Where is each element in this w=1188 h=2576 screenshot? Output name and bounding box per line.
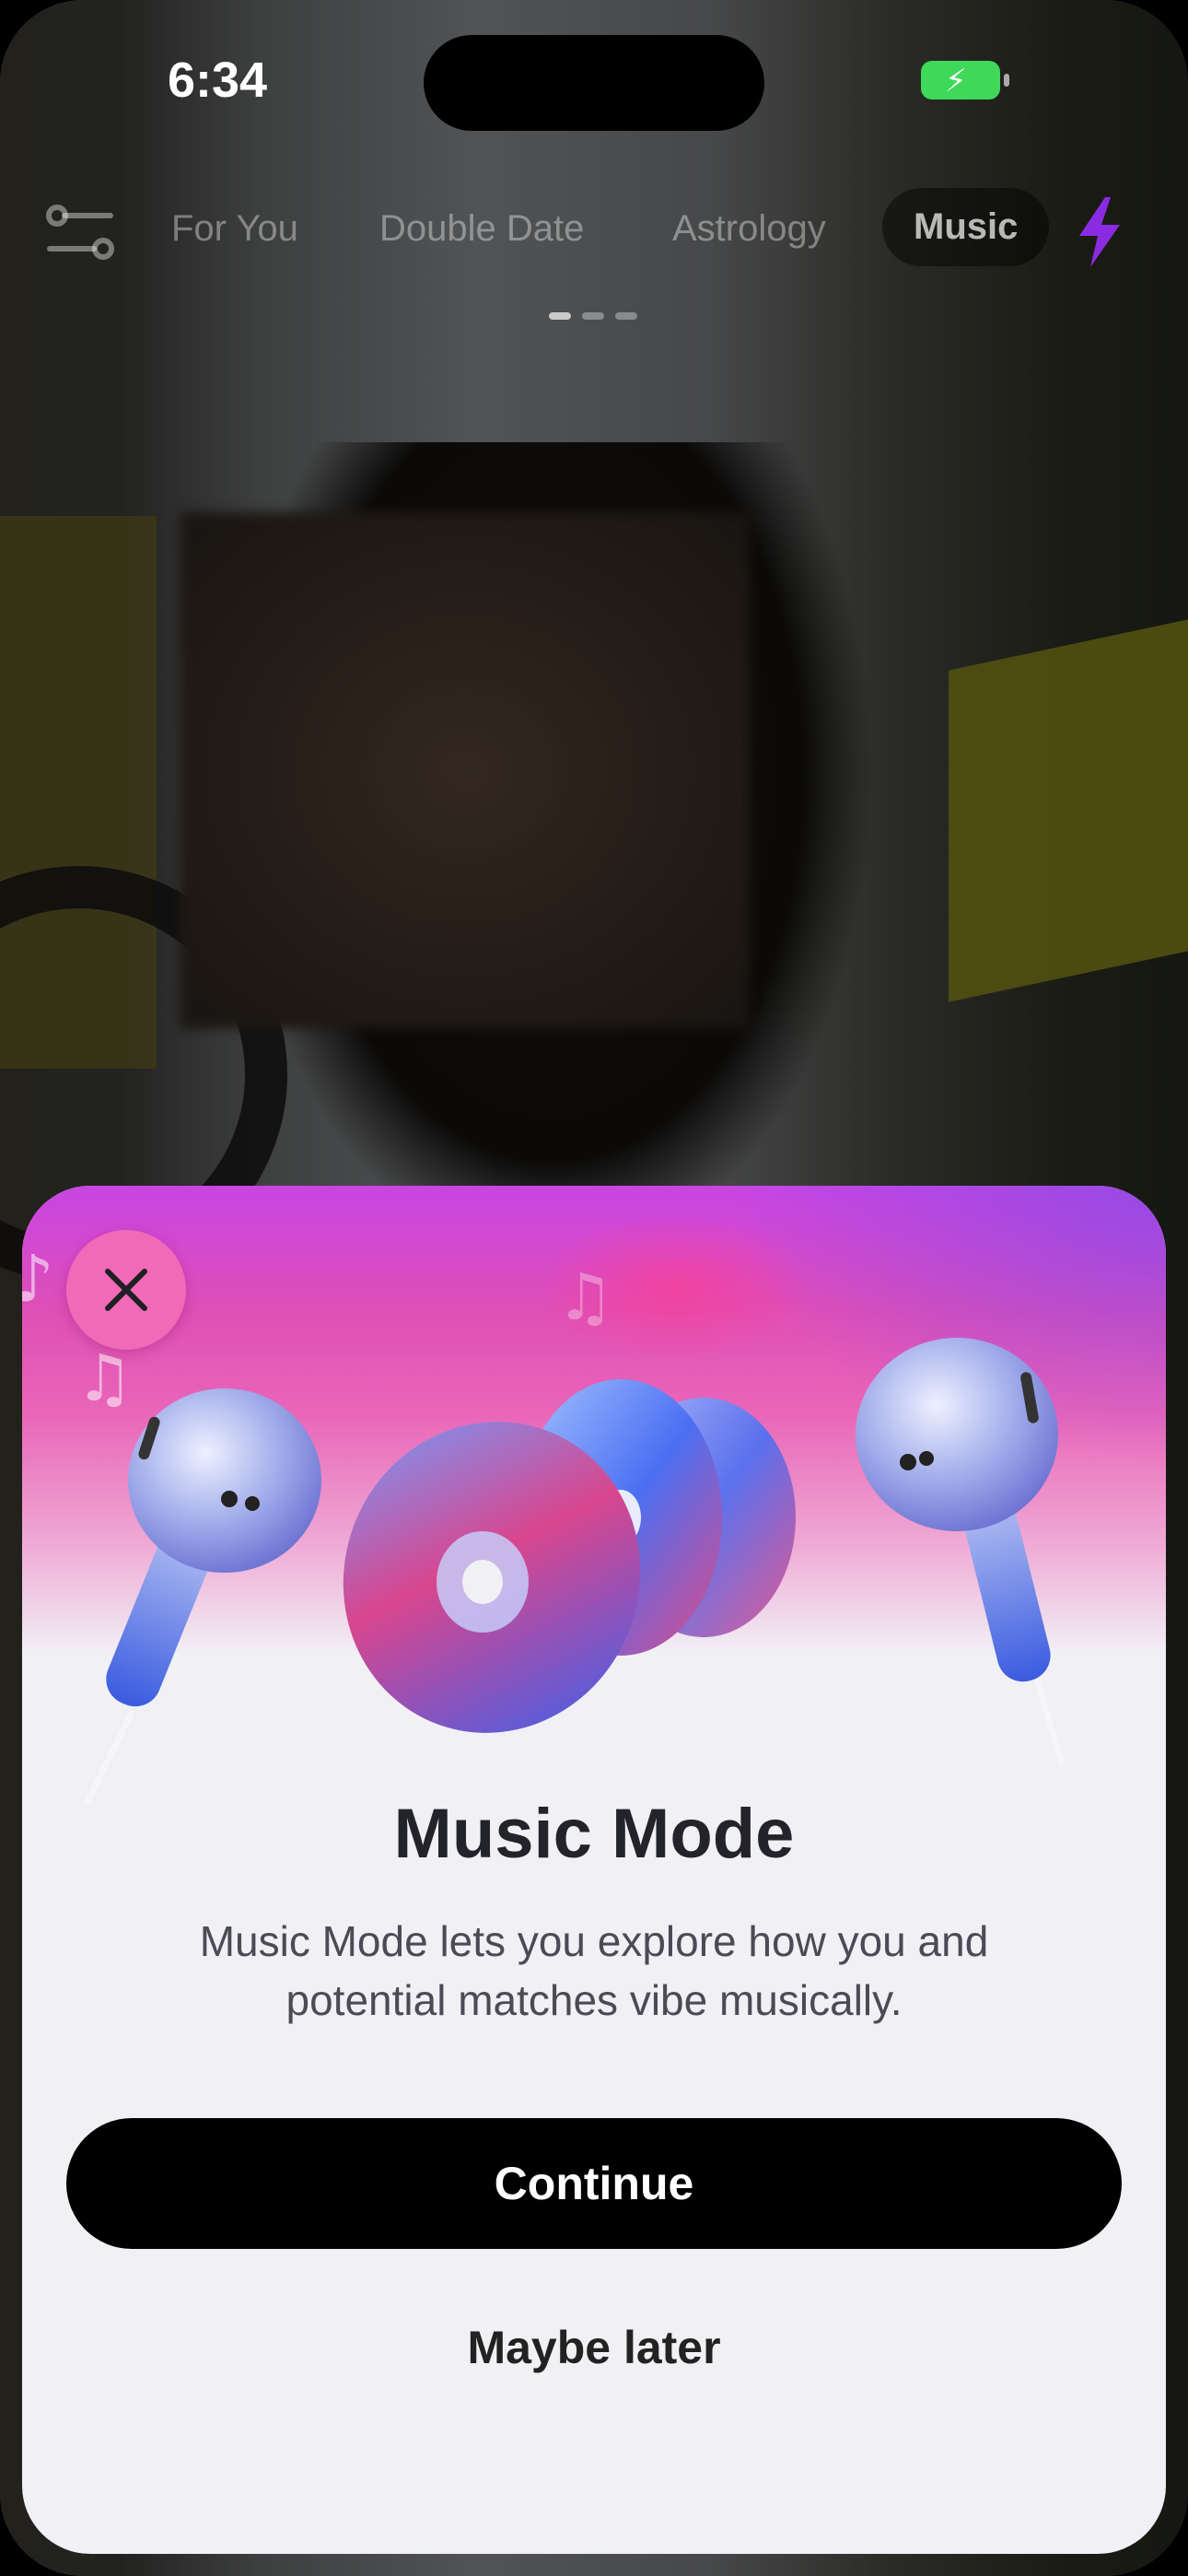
modal-description: Music Mode lets you explore how you and … — [199, 1917, 989, 2024]
screen: 6:34 ⚡ For You Double Date Astrology Mus… — [0, 0, 1188, 2576]
music-mode-sheet: ♫ ♫ ♪ Music Mode Music Mode lets you exp… — [22, 1186, 1166, 2554]
photo-page-indicator — [549, 308, 648, 324]
modal-title: Music Mode — [393, 1795, 795, 1873]
tab-for-you[interactable]: For You — [171, 208, 298, 250]
maybe-later-button[interactable]: Maybe later — [22, 2321, 1166, 2374]
earbud-icon — [856, 1338, 1066, 1766]
filter-icon[interactable] — [46, 203, 114, 263]
hero-illustration: ♫ ♫ ♪ — [22, 1186, 1166, 1805]
battery-charging-icon: ⚡ — [921, 61, 1009, 100]
status-time: 6:34 — [168, 53, 268, 108]
close-button[interactable] — [66, 1230, 186, 1350]
music-note-icon: ♪ — [22, 1241, 54, 1317]
close-icon — [105, 1269, 147, 1311]
lightning-bolt-icon[interactable] — [1074, 197, 1125, 267]
dynamic-island — [424, 35, 764, 131]
earbud-icon — [84, 1388, 321, 1805]
music-note-icon: ♫ — [556, 1259, 614, 1335]
continue-button[interactable]: Continue — [66, 2118, 1122, 2249]
tab-music[interactable]: Music — [882, 188, 1050, 266]
cd-disc-icon — [343, 1379, 796, 1733]
tab-astrology[interactable]: Astrology — [672, 208, 826, 250]
tab-double-date[interactable]: Double Date — [379, 208, 584, 250]
mode-tabs: For You Double Date Astrology Music — [0, 184, 1188, 286]
